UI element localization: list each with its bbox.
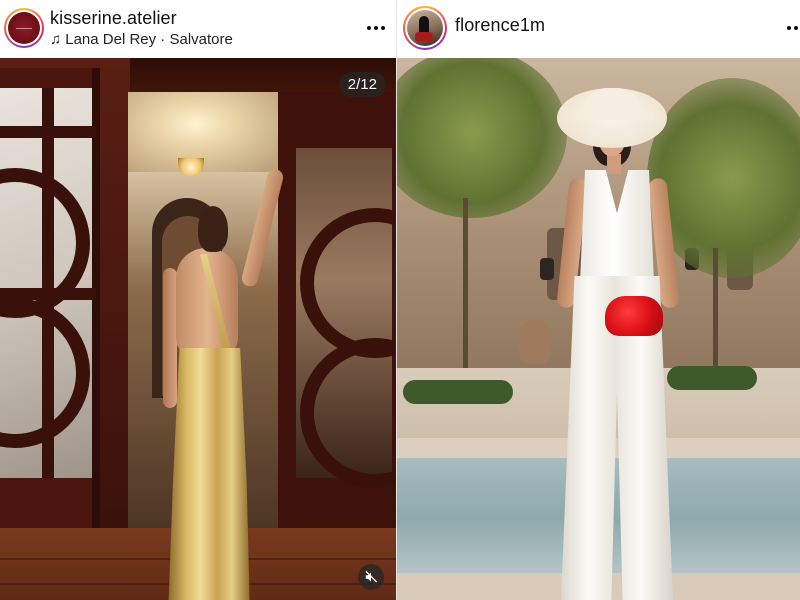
more-dot <box>381 26 385 30</box>
more-options-button[interactable] <box>782 14 800 42</box>
post-header: kisserine.atelier ♫ Lana Del Rey · Salva… <box>0 0 396 58</box>
avatar-frame <box>405 8 445 48</box>
username-link[interactable]: kisserine.atelier <box>50 8 177 29</box>
gold-gown <box>168 348 250 600</box>
sun-hat-crown <box>583 88 641 120</box>
avatar[interactable] <box>4 8 44 48</box>
tree-trunk <box>463 198 468 388</box>
avatar-frame <box>6 10 42 46</box>
audio-attribution[interactable]: ♫ Lana Del Rey · Salvatore <box>50 31 233 48</box>
avatar-image <box>8 12 40 44</box>
avatar-image <box>407 10 443 46</box>
post-florence: florence1m <box>397 0 800 600</box>
audio-label: Lana Del Rey · Salvatore <box>65 31 233 48</box>
avatar[interactable] <box>403 6 447 50</box>
post-header: florence1m <box>397 0 800 58</box>
more-dot <box>374 26 378 30</box>
hedge <box>667 366 757 390</box>
post-media[interactable]: 2/12 <box>0 58 396 600</box>
figure-hair <box>198 206 228 252</box>
hedge <box>403 380 513 404</box>
speaker-muted-icon <box>365 571 377 583</box>
wall-lantern <box>540 258 554 280</box>
post-kisserine: kisserine.atelier ♫ Lana Del Rey · Salva… <box>0 0 396 600</box>
music-note-icon: ♫ <box>50 31 62 48</box>
more-dot <box>367 26 371 30</box>
mute-toggle-button[interactable] <box>358 564 384 590</box>
red-clutch <box>605 296 663 336</box>
more-dot <box>794 26 798 30</box>
urn <box>519 320 551 364</box>
more-options-button[interactable] <box>362 14 390 42</box>
more-dot <box>787 26 791 30</box>
figure-arm <box>163 268 177 408</box>
post-media[interactable] <box>397 58 800 600</box>
photo-white-suit <box>397 58 800 600</box>
media-counter-badge: 2/12 <box>338 72 386 97</box>
figure-neck <box>607 154 621 174</box>
photo-gold-gown <box>0 58 396 600</box>
username-link[interactable]: florence1m <box>455 15 545 36</box>
door-mullion <box>42 88 54 478</box>
